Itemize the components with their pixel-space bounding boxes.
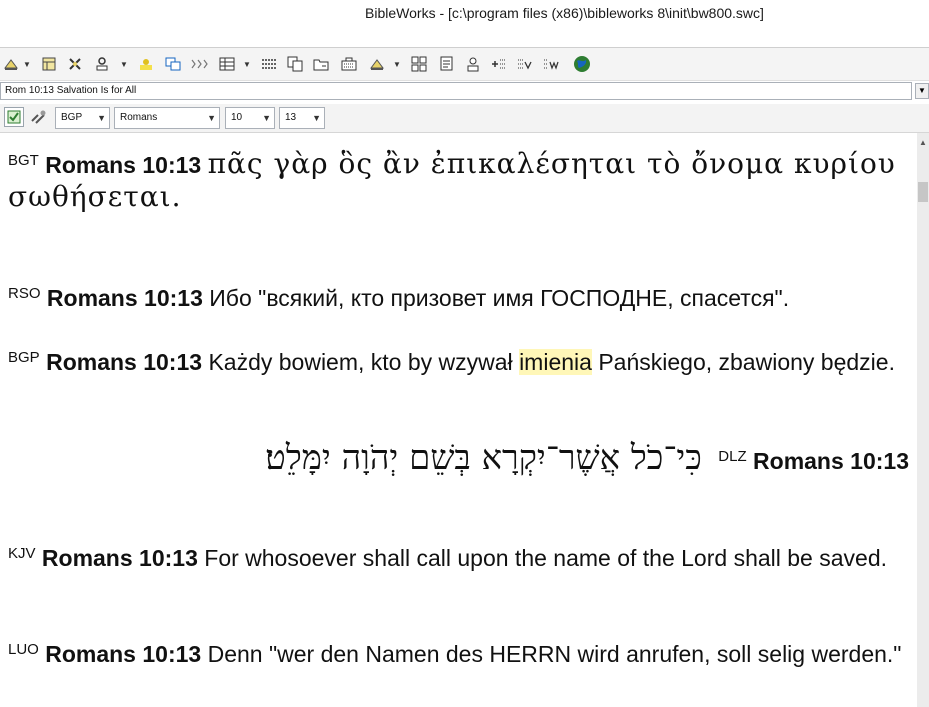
verse-reference[interactable]: Romans 10:13 [45, 641, 201, 667]
verse-dropdown-icon[interactable]: ▼ [915, 83, 929, 99]
layout-icon[interactable] [410, 55, 428, 73]
verse-text: Denn "wer den Namen des HERRN wird anruf… [207, 641, 902, 667]
open-book-icon[interactable] [40, 55, 58, 73]
book-combo-value: Romans [120, 112, 158, 123]
version-combo[interactable]: BGP ▼ [55, 107, 110, 129]
chapter-combo[interactable]: 10 ▼ [225, 107, 275, 129]
verse-combo-value: 13 [285, 112, 297, 123]
ew-icon[interactable] [542, 55, 562, 73]
verse-display-pane: BGT Romans 10:13 πᾶς γὰρ ὃς ἂν ἐπικαλέση… [0, 133, 917, 707]
list-icon[interactable] [260, 55, 278, 73]
verse-text-after: Pańskiego, zbawiony będzie. [598, 349, 895, 375]
stamp-dropdown-icon[interactable]: ▼ [119, 55, 129, 73]
navigation-bar: BGP ▼ Romans ▼ 10 ▼ 13 ▼ [0, 104, 929, 133]
verse-text: כִּי־כֹל אֲשֶׁר־יִקְרָא בְּשֵׁם יְהֹוָה … [265, 438, 702, 478]
highlight-icon[interactable] [137, 55, 155, 73]
search-tool-icon[interactable] [2, 55, 20, 73]
ev-icon[interactable] [516, 55, 534, 73]
tools-icon[interactable] [66, 55, 84, 73]
link-icon[interactable] [29, 107, 49, 127]
person-dropdown-icon[interactable]: ▼ [392, 55, 402, 73]
user-icon[interactable] [464, 55, 482, 73]
add-list-icon[interactable] [490, 55, 508, 73]
scroll-thumb[interactable] [918, 182, 928, 202]
verse-bgp: BGP Romans 10:13 Każdy bowiem, kto by wz… [8, 342, 909, 378]
verse-luo: LUO Romans 10:13 Denn "wer den Namen des… [8, 634, 909, 670]
notes-icon[interactable] [438, 55, 456, 73]
check-icon[interactable] [4, 107, 24, 127]
verse-text-before: Każdy bowiem, kto by wzywał [208, 349, 513, 375]
verse-reference[interactable]: Romans 10:13 [46, 349, 202, 375]
version-dropdown-icon[interactable]: ▼ [97, 108, 106, 128]
verse-rso: RSO Romans 10:13 Ибо "всякий, кто призов… [8, 278, 909, 314]
arrows-icon[interactable] [190, 55, 210, 73]
book-combo[interactable]: Romans ▼ [114, 107, 220, 129]
verse-reference[interactable]: Romans 10:13 [45, 152, 201, 178]
chapter-dropdown-icon[interactable]: ▼ [262, 108, 271, 128]
verse-dlz: כִּי־כֹל אֲשֶׁר־יִקְרָא בְּשֵׁם יְהֹוָה … [120, 441, 909, 477]
verse-text: For whosoever shall call upon the name o… [204, 545, 887, 571]
version-label[interactable]: BGP [8, 349, 40, 366]
search-tool-dropdown-icon[interactable]: ▼ [22, 55, 32, 73]
verse-reference-select[interactable]: Rom 10:13 Salvation Is for All [0, 82, 912, 100]
main-toolbar: ▼ ▼ ▼ ▼ [0, 47, 929, 81]
version-label[interactable]: RSO [8, 285, 41, 302]
verse-reference[interactable]: Romans 10:13 [42, 545, 198, 571]
version-combo-value: BGP [61, 112, 83, 123]
version-label[interactable]: KJV [8, 545, 36, 562]
folder-icon[interactable] [312, 55, 330, 73]
verse-selector-bar: Rom 10:13 Salvation Is for All ▼ [0, 81, 929, 103]
person-icon[interactable] [368, 55, 386, 73]
stamp-icon[interactable] [93, 55, 111, 73]
keyboard-icon[interactable] [340, 55, 358, 73]
version-label[interactable]: BGT [8, 152, 39, 169]
grid-dropdown-icon[interactable]: ▼ [242, 55, 252, 73]
version-label[interactable]: LUO [8, 641, 39, 658]
verse-dropdown-icon[interactable]: ▼ [312, 108, 321, 128]
verse-reference[interactable]: Romans 10:13 [753, 448, 909, 474]
book-dropdown-icon[interactable]: ▼ [207, 108, 216, 128]
windows-icon[interactable] [164, 55, 182, 73]
title-bar: BibleWorks - [c:\program files (x86)\bib… [0, 0, 929, 31]
copy-icon[interactable] [286, 55, 304, 73]
globe-icon[interactable] [572, 55, 592, 73]
grid-icon[interactable] [218, 55, 236, 73]
verse-text: Ибо "всякий, кто призовет имя ГОСПОДНЕ, … [209, 285, 790, 311]
scroll-up-icon[interactable]: ▲ [917, 137, 929, 149]
window-title: BibleWorks - [c:\program files (x86)\bib… [365, 5, 764, 21]
version-label[interactable]: DLZ [718, 448, 746, 465]
highlighted-word[interactable]: imienia [519, 349, 592, 375]
verse-combo[interactable]: 13 ▼ [279, 107, 325, 129]
verse-kjv: KJV Romans 10:13 For whosoever shall cal… [8, 538, 909, 574]
verse-bgt: BGT Romans 10:13 πᾶς γὰρ ὃς ἂν ἐπικαλέση… [8, 145, 909, 214]
verse-reference[interactable]: Romans 10:13 [47, 285, 203, 311]
vertical-scrollbar[interactable]: ▲ [917, 133, 929, 707]
chapter-combo-value: 10 [231, 112, 243, 123]
